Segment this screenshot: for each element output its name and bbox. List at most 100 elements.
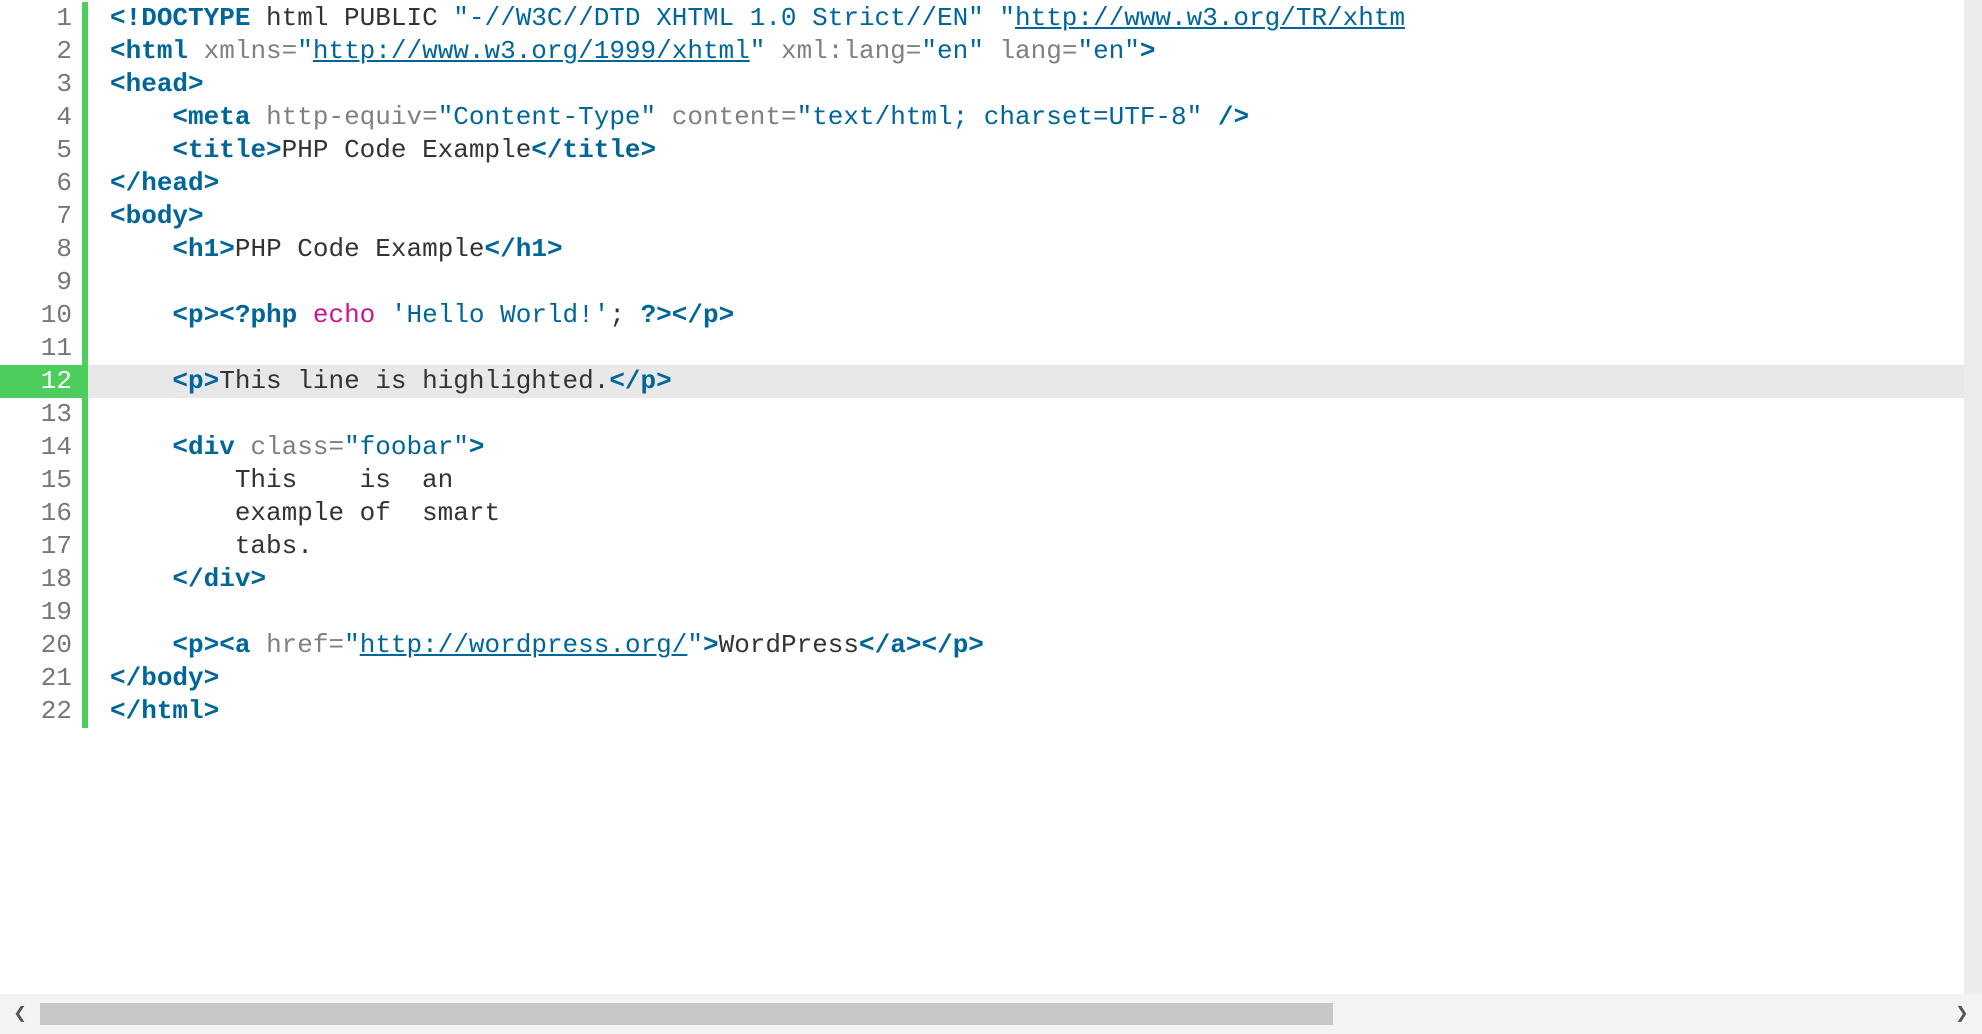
- code-token: <: [172, 630, 188, 660]
- code-line[interactable]: <head>: [88, 68, 1964, 101]
- code-token: >: [1140, 36, 1156, 66]
- line-number[interactable]: 7: [0, 200, 88, 233]
- line-number[interactable]: 20: [0, 629, 88, 662]
- code-token: xmlns: [204, 36, 282, 66]
- line-number[interactable]: 17: [0, 530, 88, 563]
- line-number[interactable]: 18: [0, 563, 88, 596]
- code-token: >: [204, 696, 220, 726]
- code-token: class: [250, 432, 328, 462]
- code-line[interactable]: [88, 398, 1964, 431]
- line-number[interactable]: 21: [0, 662, 88, 695]
- line-number[interactable]: 15: [0, 464, 88, 497]
- code-line[interactable]: example of smart: [88, 497, 1964, 530]
- code-line[interactable]: <!DOCTYPE html PUBLIC "-//W3C//DTD XHTML…: [88, 2, 1964, 35]
- line-number[interactable]: 11: [0, 332, 88, 365]
- line-number[interactable]: 16: [0, 497, 88, 530]
- code-token: html: [141, 696, 203, 726]
- code-token: [1202, 102, 1218, 132]
- code-line[interactable]: <html xmlns="http://www.w3.org/1999/xhtm…: [88, 35, 1964, 68]
- scroll-right-arrow-icon[interactable]: ❯: [1948, 1000, 1976, 1028]
- code-line[interactable]: </div>: [88, 563, 1964, 596]
- code-content[interactable]: <!DOCTYPE html PUBLIC "-//W3C//DTD XHTML…: [88, 0, 1964, 994]
- code-token: </: [110, 168, 141, 198]
- code-token: "en": [1077, 36, 1139, 66]
- code-line[interactable]: [88, 332, 1964, 365]
- code-token: h1: [188, 234, 219, 264]
- code-token: This is an: [235, 465, 453, 495]
- code-line[interactable]: <h1>PHP Code Example</h1>: [88, 233, 1964, 266]
- code-token: >: [703, 630, 719, 660]
- horizontal-scroll-track[interactable]: [40, 1003, 1942, 1025]
- code-token: >: [204, 168, 220, 198]
- line-number[interactable]: 10: [0, 299, 88, 332]
- code-line[interactable]: <title>PHP Code Example</title>: [88, 134, 1964, 167]
- code-line[interactable]: tabs.: [88, 530, 1964, 563]
- code-token: </: [172, 564, 203, 594]
- line-number[interactable]: 1: [0, 2, 88, 35]
- code-line[interactable]: [88, 596, 1964, 629]
- code-token: <: [110, 69, 126, 99]
- code-line[interactable]: <meta http-equiv="Content-Type" content=…: [88, 101, 1964, 134]
- code-token: [297, 300, 313, 330]
- code-line[interactable]: </head>: [88, 167, 1964, 200]
- line-number[interactable]: 5: [0, 134, 88, 167]
- code-token: >: [656, 366, 672, 396]
- code-token: <: [219, 630, 235, 660]
- code-token: </: [609, 366, 640, 396]
- code-token: =: [781, 102, 797, 132]
- code-token: PHP Code Example: [235, 234, 485, 264]
- code-token: >: [188, 69, 204, 99]
- code-line[interactable]: </body>: [88, 662, 1964, 695]
- vertical-scrollbar-track[interactable]: [1964, 0, 1982, 994]
- scroll-left-arrow-icon[interactable]: ❮: [6, 1000, 34, 1028]
- code-line[interactable]: <body>: [88, 200, 1964, 233]
- line-number[interactable]: 19: [0, 596, 88, 629]
- code-token: </: [859, 630, 890, 660]
- code-token: div: [204, 564, 251, 594]
- code-token: <: [172, 366, 188, 396]
- code-token: "-//W3C//DTD XHTML 1.0 Strict//EN": [453, 3, 984, 33]
- code-token: p: [703, 300, 719, 330]
- code-token: <: [110, 36, 126, 66]
- line-number[interactable]: 8: [0, 233, 88, 266]
- code-token: <!: [110, 3, 141, 33]
- code-token: http://wordpress.org/: [360, 630, 688, 660]
- code-line[interactable]: <div class="foobar">: [88, 431, 1964, 464]
- line-number[interactable]: 14: [0, 431, 88, 464]
- line-number[interactable]: 3: [0, 68, 88, 101]
- code-editor: 12345678910111213141516171819202122 <!DO…: [0, 0, 1982, 1034]
- code-line[interactable]: <p>This line is highlighted.</p>: [88, 365, 1964, 398]
- code-token: [375, 300, 391, 330]
- code-token: <: [172, 300, 188, 330]
- code-token: echo: [313, 300, 375, 330]
- code-token: xml:lang: [781, 36, 906, 66]
- code-token: >: [204, 663, 220, 693]
- code-token: =: [282, 36, 298, 66]
- line-number[interactable]: 2: [0, 35, 88, 68]
- code-line[interactable]: This is an: [88, 464, 1964, 497]
- code-token: http-equiv: [266, 102, 422, 132]
- code-token: http://www.w3.org/1999/xhtml: [313, 36, 750, 66]
- code-token: [765, 36, 781, 66]
- code-line[interactable]: <p><?php echo 'Hello World!'; ?></p>: [88, 299, 1964, 332]
- code-token: 'Hello World!': [391, 300, 609, 330]
- code-token: [984, 3, 1000, 33]
- code-line[interactable]: <p><a href="http://wordpress.org/">WordP…: [88, 629, 1964, 662]
- line-number[interactable]: 13: [0, 398, 88, 431]
- code-token: "en": [921, 36, 983, 66]
- line-number[interactable]: 12: [0, 365, 88, 398]
- line-number[interactable]: 6: [0, 167, 88, 200]
- code-line[interactable]: </html>: [88, 695, 1964, 728]
- horizontal-scroll-thumb[interactable]: [40, 1003, 1333, 1025]
- code-token: h1: [516, 234, 547, 264]
- code-area[interactable]: 12345678910111213141516171819202122 <!DO…: [0, 0, 1982, 994]
- line-number[interactable]: 22: [0, 695, 88, 728]
- code-token: ": [999, 3, 1015, 33]
- code-token: p: [953, 630, 969, 660]
- code-token: =: [329, 630, 345, 660]
- line-number[interactable]: 9: [0, 266, 88, 299]
- code-token: =: [1062, 36, 1078, 66]
- line-number[interactable]: 4: [0, 101, 88, 134]
- line-number-gutter[interactable]: 12345678910111213141516171819202122: [0, 0, 88, 994]
- code-line[interactable]: [88, 266, 1964, 299]
